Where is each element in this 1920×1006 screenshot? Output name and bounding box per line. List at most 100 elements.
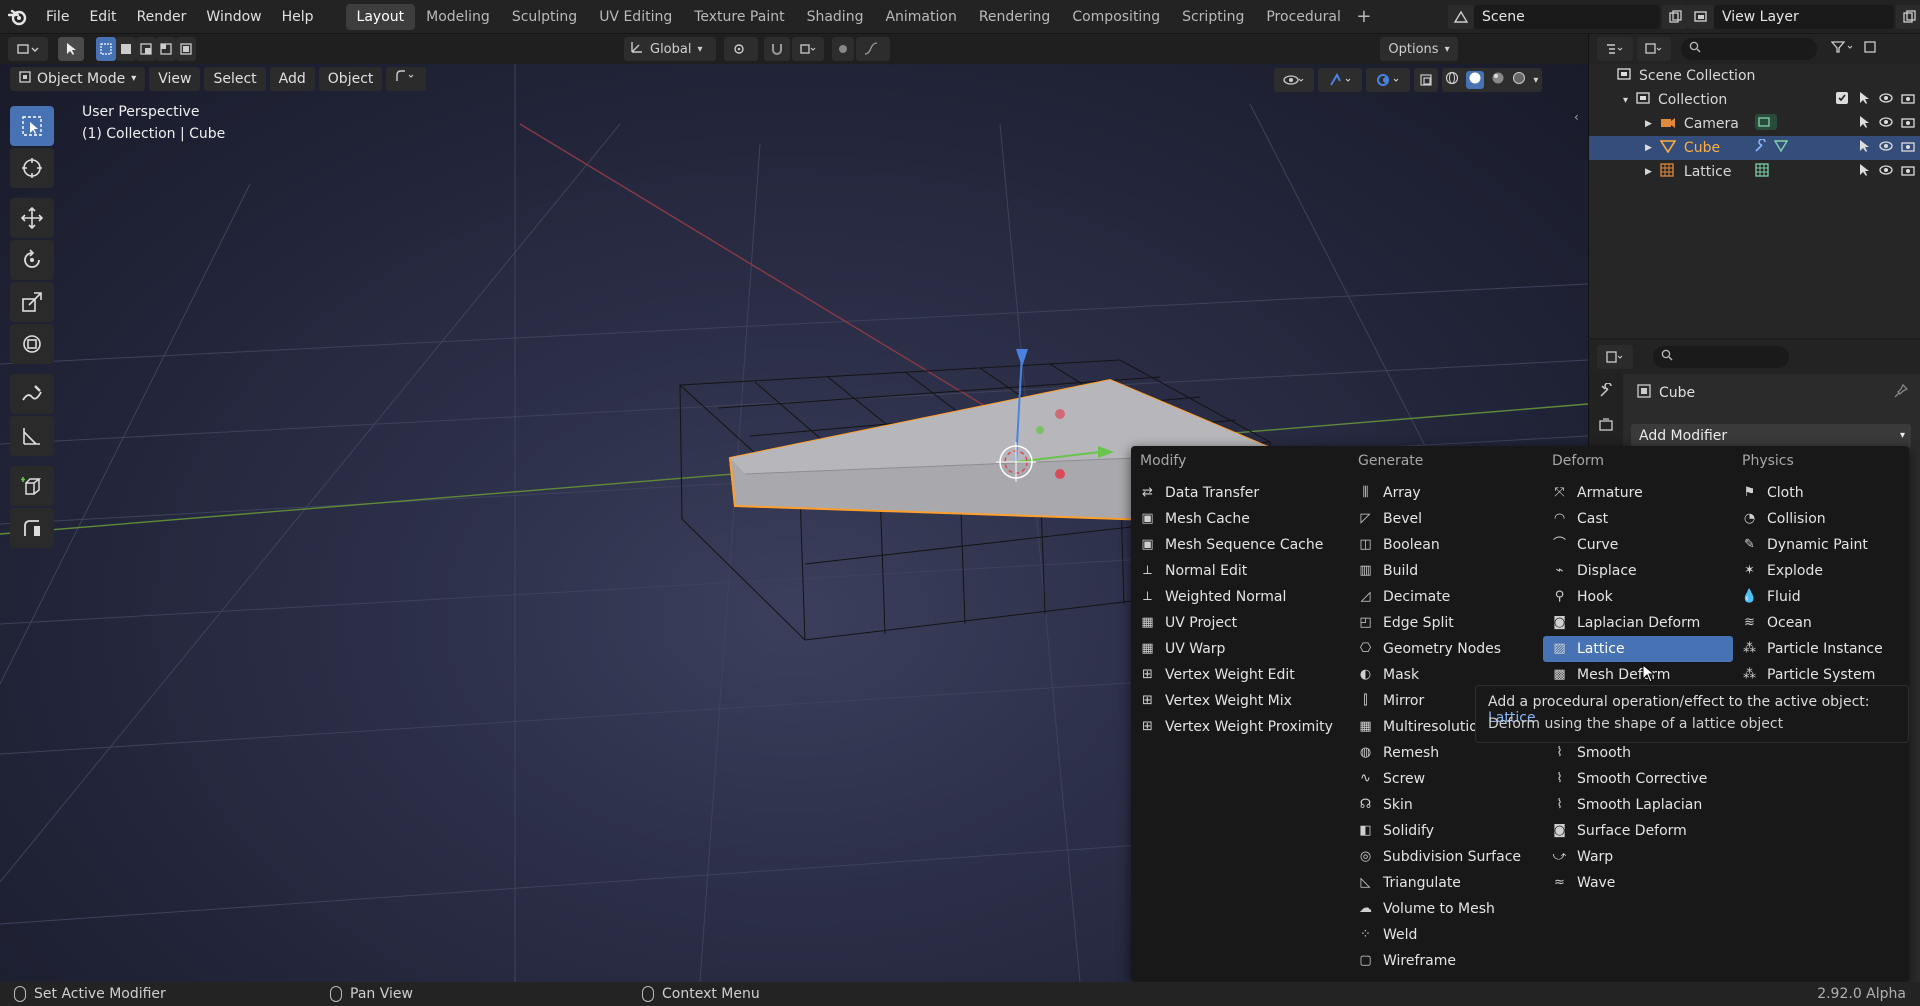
transform-tool-icon[interactable] <box>10 324 54 364</box>
eye-icon[interactable] <box>1879 115 1893 133</box>
modifier-item-laplacian-deform[interactable]: ◙ Laplacian Deform <box>1543 610 1733 636</box>
menu-help[interactable]: Help <box>272 0 324 34</box>
modifier-item-boolean[interactable]: ◫ Boolean <box>1349 532 1543 558</box>
modifier-item-data-transfer[interactable]: ⇄ Data Transfer <box>1131 480 1349 506</box>
expand-arrow-icon[interactable]: ▶ <box>1645 167 1652 177</box>
modifier-item-volume-to-mesh[interactable]: ☁ Volume to Mesh <box>1349 896 1543 922</box>
modifier-item-vertex-weight-mix[interactable]: ⊞ Vertex Weight Mix <box>1131 688 1349 714</box>
tab-shading[interactable]: Shading <box>796 4 875 30</box>
modifier-item-lattice[interactable]: ▨ Lattice <box>1543 636 1733 662</box>
properties-editor-type-icon[interactable] <box>1597 345 1633 369</box>
modifier-item-mesh-sequence-cache[interactable]: ▣ Mesh Sequence Cache <box>1131 532 1349 558</box>
modifier-item-hook[interactable]: ⚲ Hook <box>1543 584 1733 610</box>
selectable-icon[interactable] <box>1857 91 1871 109</box>
camera-render-icon[interactable] <box>1901 91 1915 109</box>
modifier-item-mesh-cache[interactable]: ▣ Mesh Cache <box>1131 506 1349 532</box>
options-dropdown[interactable]: Options ▾ <box>1380 37 1458 61</box>
collapse-arrow-icon[interactable]: ▾ <box>1623 95 1628 106</box>
view-menu[interactable]: View <box>149 67 201 91</box>
outliner-editor-type-icon[interactable] <box>1597 37 1633 61</box>
modifier-item-collision[interactable]: ◔ Collision <box>1733 506 1909 532</box>
menu-window[interactable]: Window <box>196 0 271 34</box>
add-workspace-button[interactable]: + <box>1352 6 1376 27</box>
properties-search-input[interactable] <box>1653 346 1789 368</box>
modifier-item-decimate[interactable]: ◿ Decimate <box>1349 584 1543 610</box>
new-scene-icon[interactable] <box>1662 5 1688 29</box>
menu-file[interactable]: File <box>36 0 79 34</box>
scene-name-field[interactable]: Scene <box>1474 5 1660 29</box>
outliner-row-cube[interactable]: ▶ Cube <box>1589 136 1920 160</box>
tab-texture-paint[interactable]: Texture Paint <box>683 4 795 30</box>
tab-rendering[interactable]: Rendering <box>968 4 1062 30</box>
modifier-item-wave[interactable]: ≈ Wave <box>1543 870 1733 896</box>
modifier-item-weighted-normal[interactable]: ⟂ Weighted Normal <box>1131 584 1349 610</box>
cursor-tool-icon[interactable] <box>10 148 54 188</box>
modifier-item-smooth[interactable]: ⌇ Smooth <box>1543 740 1733 766</box>
checkbox-icon[interactable] <box>1835 91 1849 109</box>
outliner-row-camera[interactable]: ▶ Camera <box>1589 112 1920 136</box>
snap-icon[interactable] <box>764 37 790 61</box>
expand-arrow-icon[interactable]: ▶ <box>1645 143 1652 153</box>
selectable-icon[interactable] <box>1857 139 1871 157</box>
modifier-item-cast[interactable]: ◠ Cast <box>1543 506 1733 532</box>
outliner-row-collection[interactable]: ▾ Collection <box>1589 88 1920 112</box>
modifier-item-smooth-corrective[interactable]: ⌇ Smooth Corrective <box>1543 766 1733 792</box>
modifier-item-wireframe[interactable]: ▢ Wireframe <box>1349 948 1543 974</box>
menu-edit[interactable]: Edit <box>79 0 126 34</box>
tab-layout[interactable]: Layout <box>345 3 416 30</box>
modifier-item-particle-instance[interactable]: ⁂ Particle Instance <box>1733 636 1909 662</box>
snap-target-icon[interactable] <box>792 37 824 61</box>
filter-icon[interactable] <box>1830 40 1857 58</box>
blender-logo-icon[interactable] <box>0 0 36 34</box>
select-menu[interactable]: Select <box>204 67 266 91</box>
modifier-item-displace[interactable]: ⌁ Displace <box>1543 558 1733 584</box>
menu-render[interactable]: Render <box>127 0 197 34</box>
camera-render-icon[interactable] <box>1901 115 1915 133</box>
expand-arrow-icon[interactable]: ▶ <box>1645 119 1652 129</box>
outliner-row-lattice[interactable]: ▶ Lattice <box>1589 160 1920 184</box>
modifier-item-skin[interactable]: ☊ Skin <box>1349 792 1543 818</box>
select-subtract-icon[interactable] <box>136 37 156 61</box>
modifier-item-subdivision-surface[interactable]: ◎ Subdivision Surface <box>1349 844 1543 870</box>
add-cube-tool-icon[interactable] <box>10 466 54 506</box>
display-mode-icon[interactable] <box>1637 37 1671 61</box>
modifier-item-weld[interactable]: ⁘ Weld <box>1349 922 1543 948</box>
tab-procedural[interactable]: Procedural <box>1255 4 1352 30</box>
scene-type-icon[interactable] <box>1448 5 1474 29</box>
modifier-item-cloth[interactable]: ⚑ Cloth <box>1733 480 1909 506</box>
view-layer-name-field[interactable]: View Layer <box>1714 5 1894 29</box>
eye-icon[interactable] <box>1879 91 1893 109</box>
modifier-item-remesh[interactable]: ◍ Remesh <box>1349 740 1543 766</box>
lattice-data-icon[interactable] <box>1755 163 1770 181</box>
modifier-item-surface-deform[interactable]: ◙ Surface Deform <box>1543 818 1733 844</box>
tool-tab-icon[interactable] <box>1589 374 1623 408</box>
modifier-item-geometry-nodes[interactable]: ⎔ Geometry Nodes <box>1349 636 1543 662</box>
selectable-icon[interactable] <box>1857 163 1871 181</box>
modifier-item-explode[interactable]: ✶ Explode <box>1733 558 1909 584</box>
view-layer-type-icon[interactable] <box>1688 5 1714 29</box>
measure-tool-icon[interactable] <box>10 416 54 456</box>
modifier-item-normal-edit[interactable]: ⟂ Normal Edit <box>1131 558 1349 584</box>
gpencil-dropdown-icon[interactable] <box>386 67 427 91</box>
tab-compositing[interactable]: Compositing <box>1061 4 1171 30</box>
outliner-search-input[interactable] <box>1681 38 1817 60</box>
camera-render-icon[interactable] <box>1901 139 1915 157</box>
selectable-icon[interactable] <box>1857 115 1871 133</box>
knife-tool-icon[interactable] <box>10 508 54 548</box>
modifier-item-dynamic-paint[interactable]: ✎ Dynamic Paint <box>1733 532 1909 558</box>
pin-icon[interactable] <box>1894 383 1909 402</box>
outliner-row-scene-collection[interactable]: Scene Collection <box>1589 64 1920 88</box>
modifier-item-bevel[interactable]: ◸ Bevel <box>1349 506 1543 532</box>
new-view-layer-icon[interactable] <box>1896 5 1920 29</box>
camera-render-icon[interactable] <box>1901 163 1915 181</box>
modifier-item-armature[interactable]: ⤧ Armature <box>1543 480 1733 506</box>
modifier-item-vertex-weight-proximity[interactable]: ⊞ Vertex Weight Proximity <box>1131 714 1349 740</box>
render-tab-icon[interactable] <box>1589 408 1623 442</box>
modifier-wrench-icon[interactable] <box>1754 138 1768 157</box>
modifier-item-build[interactable]: ▥ Build <box>1349 558 1543 584</box>
eye-icon[interactable] <box>1879 163 1893 181</box>
select-new-icon[interactable] <box>96 37 116 61</box>
modifier-item-smooth-laplacian[interactable]: ⌇ Smooth Laplacian <box>1543 792 1733 818</box>
modifier-item-ocean[interactable]: ≋ Ocean <box>1733 610 1909 636</box>
sidebar-toggle-icon[interactable]: ‹ <box>1574 110 1579 124</box>
